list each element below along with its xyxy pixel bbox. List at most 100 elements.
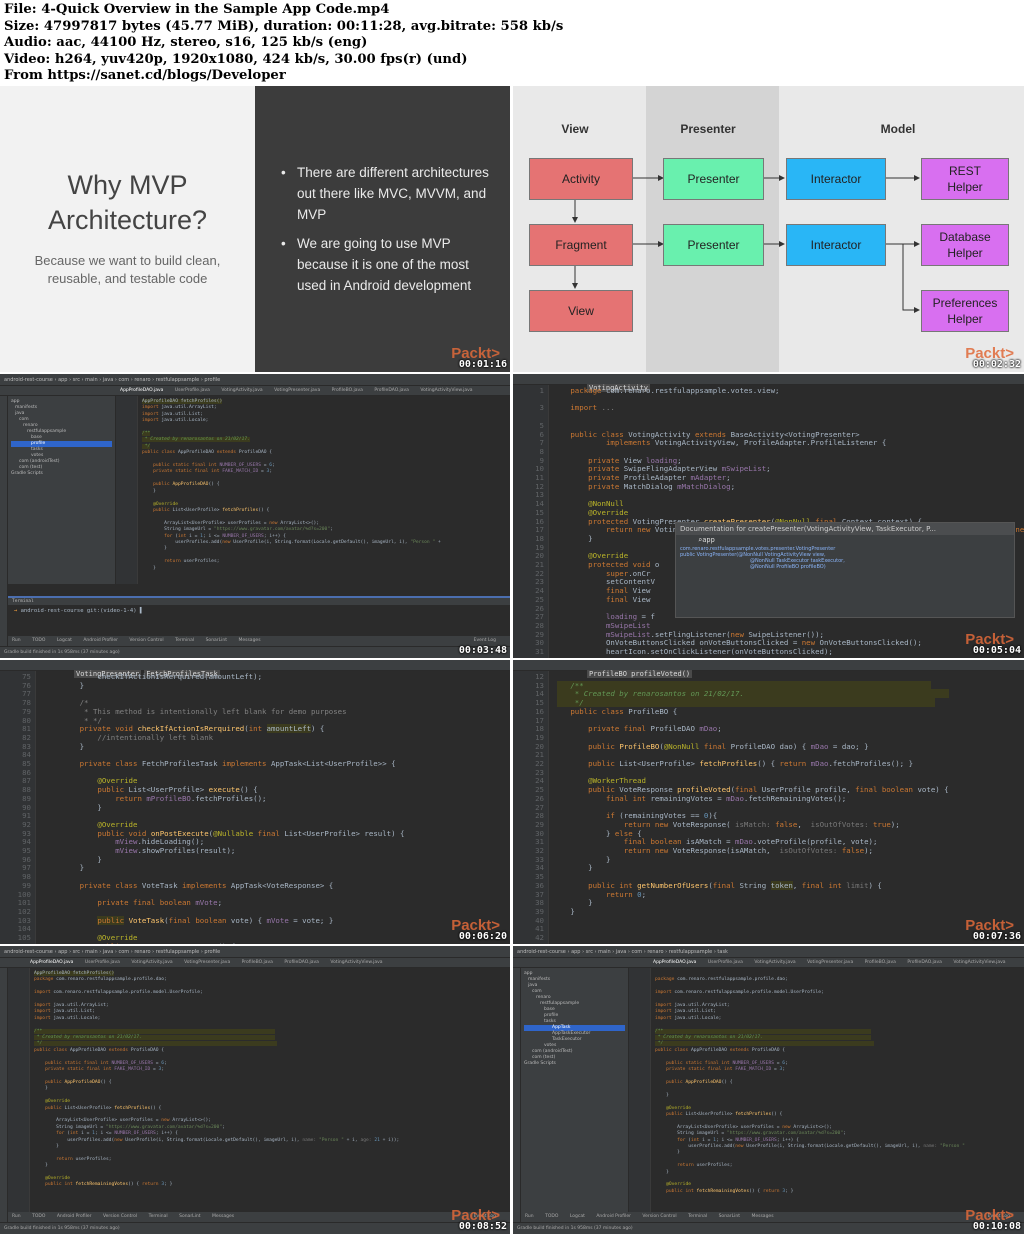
thumbnail-mvp-diagram[interactable]: View Presenter Model Activity Fragment V…	[513, 86, 1024, 372]
thumbnail-voting-activity[interactable]: VotingActivity 1 3 5 6 7 8 9 10 11 12 13…	[513, 374, 1024, 658]
box-presenter-2: Presenter	[663, 224, 764, 266]
thumbnail-voting-presenter[interactable]: VotingPresenter FetchProfilesTask 75 76 7…	[0, 660, 510, 944]
tool-version-control[interactable]: Version Control	[129, 638, 163, 643]
box-database-helper: Database Helper	[921, 224, 1009, 266]
project-name: android-rest-course	[4, 377, 53, 383]
info-video: Video: h264, yuv420p, 1920x1080, 424 kb/…	[4, 51, 468, 67]
code-editor[interactable]: AppProfileDAO fetchProfiles() import jav…	[138, 396, 510, 584]
tab-votingpresenter[interactable]: VotingPresenter.java	[807, 960, 853, 965]
tab-appprofiledao[interactable]: AppProfileDAO.java	[653, 960, 696, 965]
editor-tabs: AppProfileDAO.java UserProfile.java Voti…	[0, 386, 510, 396]
tool-todo[interactable]: TODO	[32, 1214, 45, 1219]
timestamp: 00:07:36	[972, 931, 1021, 942]
timestamp: 00:01:16	[458, 359, 507, 370]
tab-votingactivityview[interactable]: VotingActivityView.java	[330, 960, 382, 965]
thumbnail-app-profile-dao[interactable]: android-rest-course › app › src › main ›…	[0, 946, 510, 1234]
tool-terminal[interactable]: Terminal	[175, 638, 194, 643]
tool-logcat[interactable]: Logcat	[570, 1214, 585, 1219]
tool-event-log[interactable]: Event Log	[474, 638, 496, 643]
project-name: android-rest-course	[4, 949, 53, 955]
tab-profilebo[interactable]: ProfileBO.java	[332, 388, 363, 393]
info-audio: Audio: aac, 44100 Hz, stereo, s16, 125 k…	[4, 35, 368, 51]
tab-profiledao[interactable]: ProfileDAO.java	[907, 960, 942, 965]
tool-messages[interactable]: Messages	[212, 1214, 234, 1219]
code-editor[interactable]: package com.renaro.restfulappsample.prof…	[651, 968, 1024, 1212]
status-text: Gradle build finished in 1s 958ms (37 mi…	[4, 650, 120, 655]
tab-votingpresenter[interactable]: VotingPresenter.java	[274, 388, 320, 393]
tool-android-profiler[interactable]: Android Profiler	[57, 1214, 92, 1219]
tab-userprofile[interactable]: UserProfile.java	[708, 960, 743, 965]
ide-window: ProfileBO profileVoted() 12 13 14 15 16 …	[513, 660, 1024, 944]
thumbnail-app-profile-dao-tree[interactable]: android-rest-course › app › src › main ›…	[513, 946, 1024, 1234]
popup-search-input[interactable]: ⌕app	[698, 536, 715, 544]
tool-terminal[interactable]: Terminal	[149, 1214, 168, 1219]
tab-votingactivity[interactable]: VotingActivity.java	[221, 388, 262, 393]
tool-todo[interactable]: TODO	[545, 1214, 558, 1219]
tool-run[interactable]: Run	[12, 638, 21, 643]
box-activity-label: Activity	[561, 172, 600, 186]
terminal-header: Terminal	[8, 598, 510, 605]
ide-window: VotingPresenter FetchProfilesTask 75 76 7…	[0, 660, 510, 944]
tab-profiledao[interactable]: ProfileDAO.java	[284, 960, 319, 965]
editor-tabs: AppProfileDAO.java UserProfile.java Voti…	[0, 958, 510, 968]
documentation-popup[interactable]: Documentation for createPresenter(Voting…	[675, 522, 1015, 618]
thumbnail-slide-why-mvp[interactable]: Why MVP Architecture? Because we want to…	[0, 86, 510, 372]
line-numbers: 1 3 5 6 7 8 9 10 11 12 13 14 15 16 17 18…	[513, 385, 549, 658]
ide-navbar: android-rest-course › app › src › main ›…	[0, 374, 510, 386]
info-source: From https://sanet.cd/blogs/Developer	[4, 68, 286, 84]
box-rest-helper-label: REST Helper	[947, 164, 983, 194]
tool-android-profiler[interactable]: Android Profiler	[83, 638, 118, 643]
tool-run[interactable]: Run	[12, 1214, 21, 1219]
tab-userprofile[interactable]: UserProfile.java	[85, 960, 120, 965]
tab-votingactivityview[interactable]: VotingActivityView.java	[420, 388, 472, 393]
tool-sonarlint[interactable]: SonarLint	[179, 1214, 200, 1219]
terminal-panel[interactable]: Terminal → android-rest-course git:(vide…	[8, 596, 510, 636]
editor-tabs: AppProfileDAO.java UserProfile.java Voti…	[513, 958, 1024, 968]
project-tree: app manifests java com renaro restfulapp…	[8, 396, 116, 584]
tab-votingactivityview[interactable]: VotingActivityView.java	[953, 960, 1005, 965]
tool-run[interactable]: Run	[525, 1214, 534, 1219]
tab-profilebo[interactable]: ProfileBO.java	[865, 960, 896, 965]
tool-version-control[interactable]: Version Control	[103, 1214, 137, 1219]
tool-terminal[interactable]: Terminal	[688, 1214, 707, 1219]
tool-sonarlint[interactable]: SonarLint	[206, 638, 227, 643]
slide-subtitle: Because we want to build clean, reusable…	[34, 253, 221, 286]
ide-window: android-rest-course › app › src › main ›…	[513, 946, 1024, 1234]
tab-votingpresenter[interactable]: VotingPresenter.java	[184, 960, 230, 965]
tab-appprofiledao[interactable]: AppProfileDAO.java	[30, 960, 73, 965]
tab-appprofiledao[interactable]: AppProfileDAO.java	[120, 388, 163, 393]
thumbnail-profile-bo[interactable]: ProfileBO profileVoted() 12 13 14 15 16 …	[513, 660, 1024, 944]
tab-profilebo[interactable]: ProfileBO.java	[242, 960, 273, 965]
slide-bullet: We are going to use MVP because it is on…	[281, 233, 501, 296]
thumbnail-ide-terminal[interactable]: android-rest-course › app › src › main ›…	[0, 374, 510, 658]
box-rest-helper: REST Helper	[921, 158, 1009, 200]
tool-window-strip	[0, 968, 8, 1222]
tab-userprofile[interactable]: UserProfile.java	[175, 388, 210, 393]
tab-profiledao[interactable]: ProfileDAO.java	[374, 388, 409, 393]
box-presenter-1: Presenter	[663, 158, 764, 200]
breadcrumb-bar: VotingPresenter FetchProfilesTask	[0, 660, 510, 678]
tool-logcat[interactable]: Logcat	[57, 638, 72, 643]
tool-messages[interactable]: Messages	[238, 638, 260, 643]
slide-left-panel: Why MVP Architecture? Because we want to…	[0, 86, 255, 372]
terminal-prompt[interactable]: → android-rest-course git:(video-1-4) ▌	[8, 605, 510, 617]
tab-votingactivity[interactable]: VotingActivity.java	[754, 960, 795, 965]
status-bar: Gradle build finished in 1s 958ms (37 mi…	[0, 646, 510, 658]
slide-bullet: There are different architectures out th…	[281, 162, 501, 225]
box-preferences-helper-label: Preferences Helper	[932, 296, 998, 326]
tool-version-control[interactable]: Version Control	[642, 1214, 676, 1219]
tab-votingactivity[interactable]: VotingActivity.java	[131, 960, 172, 965]
tool-sonarlint[interactable]: SonarLint	[719, 1214, 740, 1219]
code-editor[interactable]: /** * Created by renarosantos on 21/02/1…	[553, 671, 1024, 944]
code-editor[interactable]: checkIfActionIsRerquired(amountLeft); } …	[40, 671, 510, 944]
tool-android-profiler[interactable]: Android Profiler	[596, 1214, 631, 1219]
tree-item[interactable]: Gradle Scripts	[11, 471, 112, 477]
tool-messages[interactable]: Messages	[751, 1214, 773, 1219]
box-interactor-2: Interactor	[786, 224, 886, 266]
timestamp: 00:08:52	[458, 1221, 507, 1232]
ide-navbar: android-rest-course › app › src › main ›…	[513, 946, 1024, 958]
code-editor[interactable]: AppProfileDAO fetchProfiles() package co…	[30, 968, 510, 1212]
tool-todo[interactable]: TODO	[32, 638, 45, 643]
tree-item[interactable]: Gradle Scripts	[524, 1061, 625, 1067]
box-preferences-helper: Preferences Helper	[921, 290, 1009, 332]
